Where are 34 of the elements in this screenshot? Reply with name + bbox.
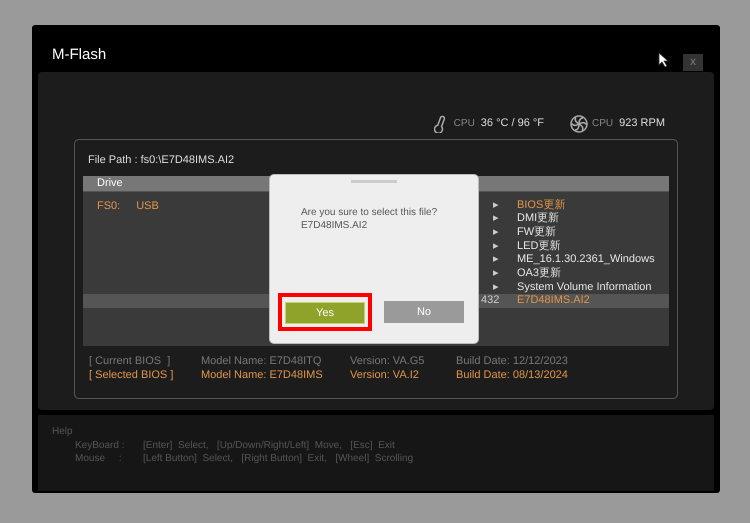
help-label: Mouse : xyxy=(75,452,123,466)
model-name: Model Name: E7D48ITQ xyxy=(201,354,322,368)
sensor-label: CPU xyxy=(454,117,475,131)
drag-handle xyxy=(351,180,397,183)
sensor-reading: 923 RPM xyxy=(619,116,665,132)
file-row[interactable]: ▸ ME_16.1.30.2361_Windows xyxy=(481,252,669,266)
help-label: KeyBoard : xyxy=(75,438,126,452)
build-date: Build Date: 08/13/2024 xyxy=(456,368,568,382)
file-row[interactable]: ▸ LED更新 xyxy=(481,239,669,253)
file-row[interactable]: ▸ BIOS更新 xyxy=(481,198,669,212)
close-button[interactable]: X xyxy=(683,54,703,71)
build-date: Build Date: 12/12/2023 xyxy=(456,354,568,368)
column-header: Drive xyxy=(97,176,123,192)
sensor-reading: 36 °C / 96 °F xyxy=(480,116,544,132)
file-row[interactable]: ▸ OA3更新 xyxy=(481,266,669,280)
bios-label: [ Current BIOS ] xyxy=(88,354,172,368)
sensor-label: CPU xyxy=(592,117,614,131)
model-name: Model Name: E7D48IMS xyxy=(201,368,324,382)
file-path: File Path : fs0:\E7D48IMS.AI2 xyxy=(88,153,236,168)
help-title: Help xyxy=(52,425,74,438)
file-row[interactable]: ▸ FW更新 xyxy=(481,225,669,240)
drive-row[interactable]: FS0: USB xyxy=(97,199,159,213)
mouse-pointer-icon xyxy=(658,52,670,68)
bios-label: [ Selected BIOS ] xyxy=(88,368,174,382)
help-text: [Left Button] Select, [Right Button] Exit, [Wheel] Scrolling xyxy=(143,452,414,466)
fan-icon xyxy=(570,114,588,132)
bios-version: Version: VA.I2 xyxy=(350,368,420,382)
help-text: [Enter] Select, [Up/Down/Right/Left] Move, [Esc] Exit xyxy=(143,438,395,452)
file-row[interactable]: ▸ System Volume Information xyxy=(481,280,669,294)
bios-version: Version: VA.G5 xyxy=(350,354,426,368)
file-row[interactable]: ▸ DMI更新 xyxy=(481,212,669,226)
dialog-filename: E7D48IMS.AI2 xyxy=(301,219,368,232)
dialog-message: Are you sure to select this file? xyxy=(301,206,438,219)
window-title: M-Flash xyxy=(52,45,106,66)
